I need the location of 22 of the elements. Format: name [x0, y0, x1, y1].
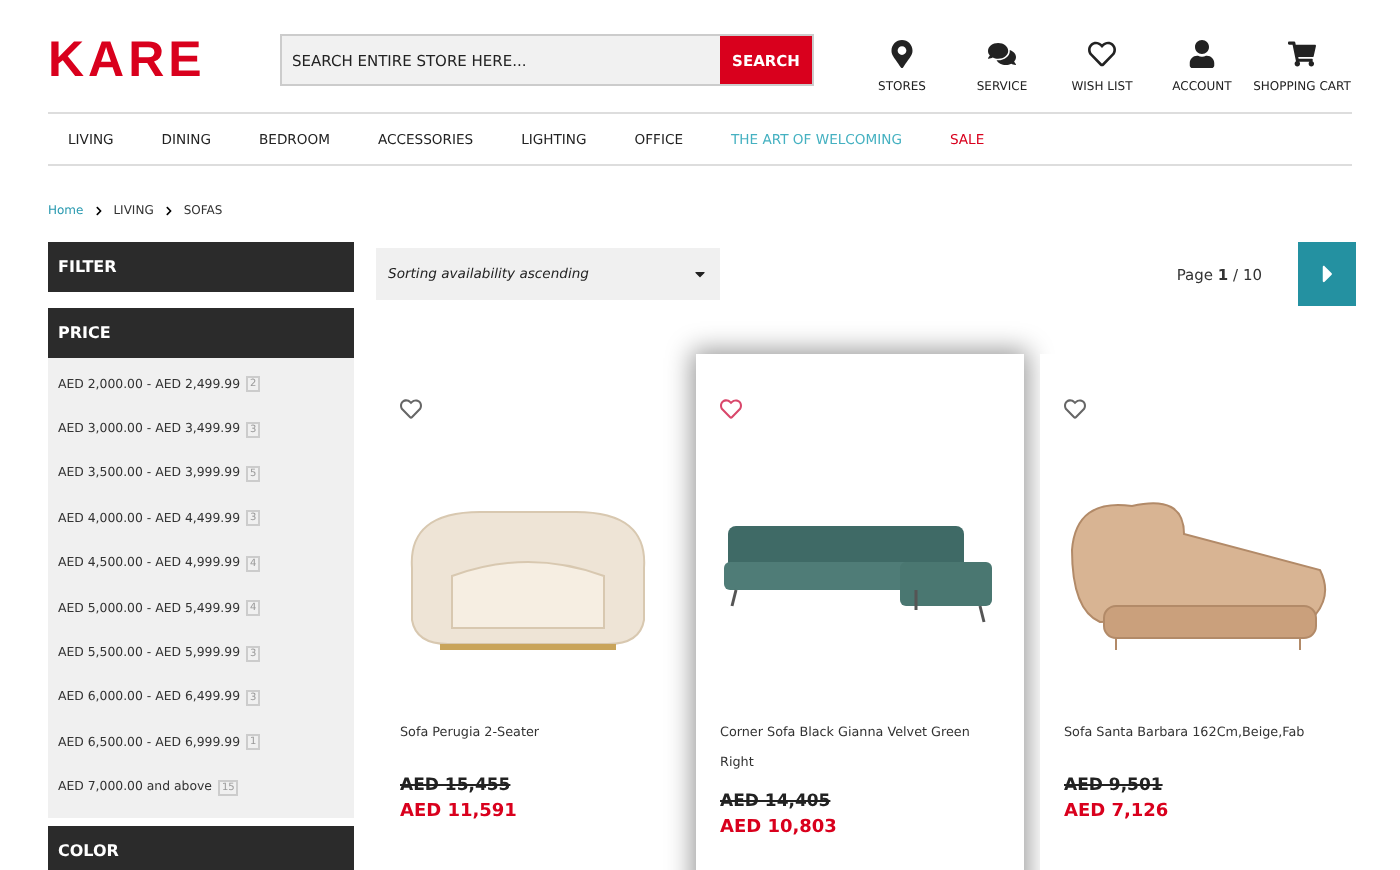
chat-icon	[988, 39, 1016, 67]
heart-icon	[1088, 39, 1116, 67]
pin-icon	[888, 39, 916, 67]
cart-icon	[1288, 39, 1316, 67]
sale-price: AED 7,126	[1064, 802, 1171, 822]
old-price: AED 9,501	[1064, 776, 1165, 796]
price-heading[interactable]: PRICE	[48, 308, 354, 358]
chevron-icon	[163, 205, 174, 215]
chevron-icon	[93, 205, 104, 215]
heart-icon[interactable]	[400, 398, 422, 420]
sale-price: AED 10,803	[720, 818, 839, 838]
sale-price: AED 11,591	[400, 802, 519, 822]
next-page-button[interactable]	[1298, 242, 1356, 306]
logo[interactable]: KARE	[48, 34, 224, 86]
person-icon	[1188, 39, 1216, 67]
old-price: AED 14,405	[720, 792, 833, 812]
caret-icon	[692, 266, 708, 282]
old-price: AED 15,455	[400, 776, 513, 796]
filter-heading: FILTER	[48, 242, 354, 292]
color-heading[interactable]: COLOR	[48, 825, 354, 870]
heart-icon[interactable]	[1064, 398, 1086, 420]
heart-icon[interactable]	[720, 398, 742, 420]
